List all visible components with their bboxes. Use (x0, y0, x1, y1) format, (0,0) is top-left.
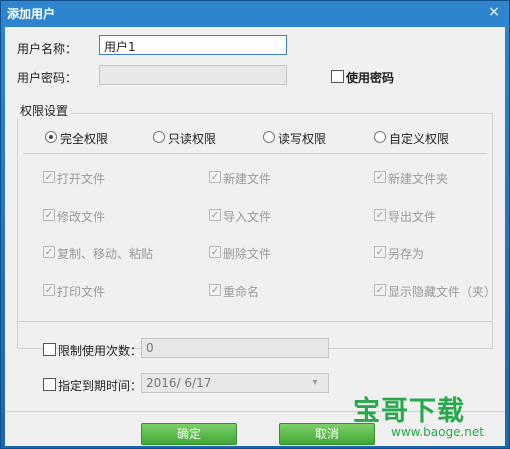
perm-label: 另存为 (388, 247, 425, 261)
expire-date-picker[interactable]: 2016/ 6/17 ▾ (141, 373, 329, 393)
username-label: 用户名称： (17, 42, 78, 56)
perm-checkbox[interactable]: ✓ (374, 209, 386, 221)
perm-label: 复制、移动、粘贴 (57, 247, 154, 261)
permissions-group (17, 113, 493, 349)
use-count-value: 0 (146, 341, 154, 355)
username-input[interactable]: 用户1 (99, 35, 287, 55)
dialog-body: 用户名称： 用户1 用户密码： 使用密码 权限设置 完全权限 只读权限 读写权限… (5, 27, 505, 446)
password-input[interactable] (99, 65, 287, 85)
radio-readonly-permission[interactable] (153, 131, 165, 143)
add-user-dialog: 添加用户 × 用户名称： 用户1 用户密码： 使用密码 权限设置 完全权限 只读… (0, 0, 510, 449)
perm-checkbox[interactable]: ✓ (209, 209, 221, 221)
radio-readwrite-permission[interactable] (263, 131, 275, 143)
perm-label: 显示隐藏文件（夹） (388, 285, 497, 299)
expire-date-value: 2016/ 6/17 (146, 376, 212, 390)
permissions-group-title: 权限设置 (17, 102, 72, 119)
perm-label: 重命名 (223, 285, 260, 299)
perm-checkbox[interactable]: ✓ (43, 209, 55, 221)
radio-full-permission[interactable] (45, 131, 57, 143)
use-password-label: 使用密码 (346, 71, 395, 85)
perm-label: 打印文件 (57, 285, 106, 299)
perm-label: 新建文件夹 (388, 172, 449, 186)
perm-label: 新建文件 (223, 172, 272, 186)
perm-label: 打开文件 (57, 172, 106, 186)
radio-custom-permission-label: 自定义权限 (389, 132, 450, 146)
permissions-divider (23, 153, 487, 154)
perm-label: 导入文件 (223, 210, 272, 224)
close-icon[interactable]: × (485, 4, 503, 20)
expire-date-label: 指定到期时间： (58, 379, 143, 393)
perm-checkbox[interactable]: ✓ (374, 284, 386, 296)
perm-label: 删除文件 (223, 247, 272, 261)
watermark-logo: 宝哥下载 (353, 396, 465, 427)
perm-checkbox[interactable]: ✓ (374, 171, 386, 183)
limits-top-divider (17, 321, 493, 322)
ok-button[interactable]: 确定 (141, 423, 237, 445)
radio-custom-permission[interactable] (374, 131, 386, 143)
expire-date-checkbox[interactable] (43, 378, 56, 391)
window-titlebar: 添加用户 (1, 1, 509, 23)
perm-checkbox[interactable]: ✓ (209, 284, 221, 296)
window-title: 添加用户 (7, 7, 56, 21)
perm-checkbox[interactable]: ✓ (374, 246, 386, 258)
radio-full-permission-label: 完全权限 (60, 132, 109, 146)
perm-label: 修改文件 (57, 210, 106, 224)
use-count-input[interactable]: 0 (141, 338, 329, 358)
perm-checkbox[interactable]: ✓ (43, 246, 55, 258)
perm-checkbox[interactable]: ✓ (209, 171, 221, 183)
calendar-dropdown-icon[interactable]: ▾ (308, 377, 322, 389)
radio-readonly-permission-label: 只读权限 (168, 132, 217, 146)
perm-checkbox[interactable]: ✓ (43, 171, 55, 183)
use-password-checkbox[interactable] (331, 70, 344, 83)
watermark-url: www.baoge.net (391, 425, 484, 439)
username-value: 用户1 (104, 40, 136, 54)
radio-readwrite-permission-label: 读写权限 (278, 132, 327, 146)
perm-checkbox[interactable]: ✓ (43, 284, 55, 296)
password-label: 用户密码： (17, 71, 78, 85)
limit-use-count-checkbox[interactable] (43, 343, 56, 356)
perm-label: 导出文件 (388, 210, 437, 224)
perm-checkbox[interactable]: ✓ (209, 246, 221, 258)
limit-use-count-label: 限制使用次数： (58, 344, 143, 358)
